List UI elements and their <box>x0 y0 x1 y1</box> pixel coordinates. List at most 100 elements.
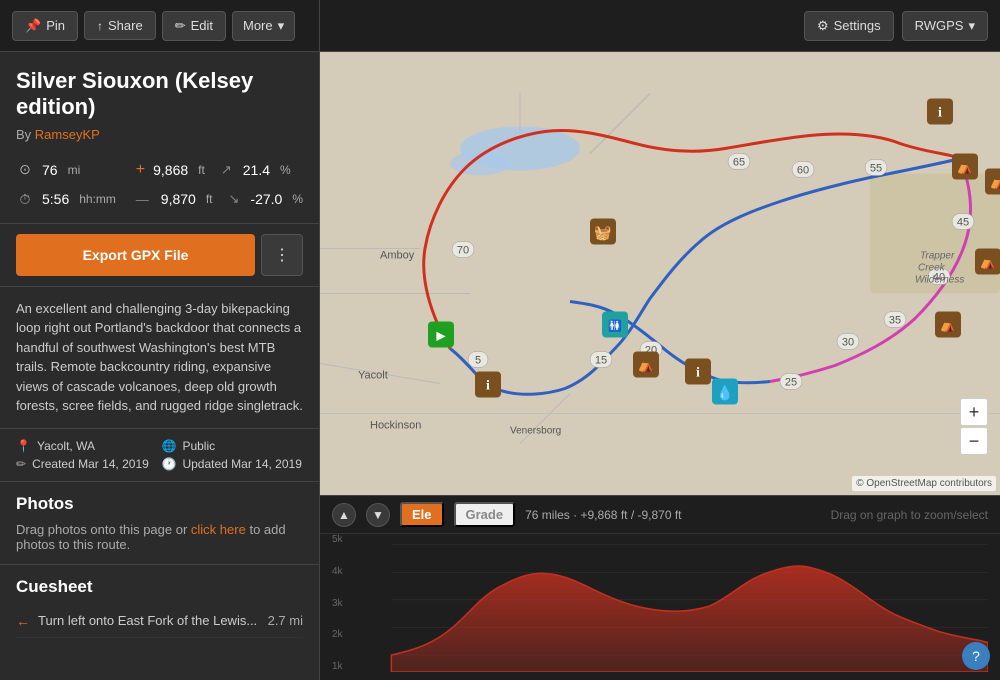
more-label: More <box>243 18 273 33</box>
svg-text:Venersborg: Venersborg <box>510 426 561 437</box>
svg-text:i: i <box>696 366 700 381</box>
svg-text:🧺: 🧺 <box>594 225 611 242</box>
settings-button[interactable]: ⚙ Settings <box>804 11 894 41</box>
svg-text:Hockinson: Hockinson <box>370 420 421 432</box>
chart-y-labels: 5k 4k 3k 2k 1k <box>332 534 343 672</box>
updated-meta: 🕐 Updated Mar 14, 2019 <box>162 457 304 471</box>
cue-arrow-icon: ← <box>16 613 30 629</box>
share-button[interactable]: ↑ Share <box>84 11 156 40</box>
map-zoom-controls: + − <box>960 398 988 455</box>
map-container[interactable]: 5 15 20 25 30 35 <box>320 52 1000 495</box>
author-link[interactable]: RamseyKP <box>35 127 100 142</box>
descent-arrow-icon: ↘ <box>229 191 240 207</box>
photos-link[interactable]: click here <box>191 522 246 537</box>
gain-arrow-icon: + <box>136 161 145 179</box>
location-pin-icon: 📍 <box>16 439 31 453</box>
svg-text:▶: ▶ <box>436 329 446 343</box>
svg-text:⛺: ⛺ <box>980 255 996 270</box>
svg-text:25: 25 <box>785 377 797 389</box>
descent-pct-unit: % <box>292 192 303 206</box>
distance-unit: mi <box>68 163 81 177</box>
svg-text:30: 30 <box>842 337 854 349</box>
pin-button[interactable]: 📌 Pin <box>12 11 78 41</box>
elevation-nav-up-button[interactable]: ▲ <box>332 503 356 527</box>
svg-text:Trapper: Trapper <box>920 251 955 262</box>
time-icon: ⏱ <box>16 191 34 208</box>
pin-icon: 📌 <box>25 18 41 34</box>
settings-label: Settings <box>834 18 881 33</box>
elevation-stats: 76 miles · +9,868 ft / -9,870 ft <box>525 508 820 522</box>
svg-text:60: 60 <box>797 165 809 177</box>
export-gpx-button[interactable]: Export GPX File <box>16 234 255 276</box>
visibility-meta: 🌐 Public <box>162 439 304 453</box>
cuesheet-title: Cuesheet <box>16 577 303 597</box>
y-label-1k: 1k <box>332 661 343 672</box>
route-author: By RamseyKP <box>16 127 303 142</box>
route-title: Silver Siouxon (Kelsey edition) <box>16 68 303 121</box>
svg-text:15: 15 <box>595 355 607 367</box>
pin-label: Pin <box>46 18 65 33</box>
location-value: Yacolt, WA <box>37 439 95 453</box>
svg-text:Creek: Creek <box>918 263 946 274</box>
cue-item: ← Turn left onto East Fork of the Lewis.… <box>16 605 303 638</box>
svg-text:70: 70 <box>457 245 469 257</box>
rwgps-button[interactable]: RWGPS ▾ <box>902 11 988 41</box>
clock-icon: 🕐 <box>162 457 177 471</box>
share-icon: ↑ <box>97 19 103 33</box>
elevation-panel: ▲ ▼ Ele Grade 76 miles · +9,868 ft / -9,… <box>320 495 1000 680</box>
cue-distance: 2.7 mi <box>268 613 303 628</box>
help-button[interactable]: ? <box>962 642 990 670</box>
svg-text:65: 65 <box>733 157 745 169</box>
loss-dash-icon: — <box>136 192 149 207</box>
pencil-icon: ✏ <box>16 457 26 471</box>
svg-text:⛺: ⛺ <box>957 160 973 175</box>
share-label: Share <box>108 18 143 33</box>
map-svg: 5 15 20 25 30 35 <box>320 52 1000 495</box>
elevation-chart[interactable]: 5k 4k 3k 2k 1k <box>320 534 1000 680</box>
elevation-loss-unit: ft <box>206 192 213 206</box>
time-unit: hh:mm <box>79 192 116 206</box>
visibility-value: Public <box>182 439 215 453</box>
created-meta: ✏ Created Mar 14, 2019 <box>16 457 158 471</box>
export-more-options-button[interactable]: ⋮ <box>261 234 303 276</box>
svg-text:Yacolt: Yacolt <box>358 370 388 382</box>
distance-icon: ⊙ <box>16 161 34 178</box>
elevation-drag-hint: Drag on graph to zoom/select <box>831 508 988 522</box>
y-label-5k: 5k <box>332 534 343 545</box>
cue-text: Turn left onto East Fork of the Lewis... <box>38 613 260 628</box>
y-label-3k: 3k <box>332 598 343 609</box>
route-description: An excellent and challenging 3-day bikep… <box>16 299 303 416</box>
y-label-2k: 2k <box>332 629 343 640</box>
zoom-out-button[interactable]: − <box>960 427 988 455</box>
edit-button[interactable]: ✏ Edit <box>162 11 226 41</box>
elevation-ele-tab[interactable]: Ele <box>400 502 444 527</box>
globe-icon: 🌐 <box>162 439 177 453</box>
svg-text:💧: 💧 <box>716 385 733 402</box>
more-button[interactable]: More ▾ <box>232 11 295 41</box>
photos-title: Photos <box>16 494 303 514</box>
rwgps-label: RWGPS <box>915 18 964 33</box>
location-meta: 📍 Yacolt, WA <box>16 439 158 453</box>
elevation-loss-value: 9,870 <box>161 191 196 207</box>
climb-arrow-icon: ↗ <box>221 162 232 178</box>
chevron-down-icon: ▾ <box>278 18 285 34</box>
rwgps-chevron-icon: ▾ <box>968 18 975 34</box>
elevation-grade-tab[interactable]: Grade <box>454 502 516 527</box>
svg-text:🚻: 🚻 <box>608 320 622 333</box>
descent-pct-value: -27.0 <box>250 191 282 207</box>
svg-text:⛺: ⛺ <box>940 318 956 333</box>
time-value: 5:56 <box>42 191 69 207</box>
zoom-in-button[interactable]: + <box>960 398 988 426</box>
svg-text:5: 5 <box>475 355 481 367</box>
climb-pct-value: 21.4 <box>243 162 270 178</box>
elevation-gain-value: 9,868 <box>153 162 188 178</box>
created-value: Created Mar 14, 2019 <box>32 457 149 471</box>
svg-text:⛺: ⛺ <box>990 175 1000 190</box>
edit-icon: ✏ <box>175 18 186 34</box>
svg-text:i: i <box>486 379 490 394</box>
edit-label: Edit <box>191 18 213 33</box>
elevation-svg <box>332 534 988 672</box>
climb-pct-unit: % <box>280 163 291 177</box>
y-label-4k: 4k <box>332 566 343 577</box>
elevation-nav-down-button[interactable]: ▼ <box>366 503 390 527</box>
